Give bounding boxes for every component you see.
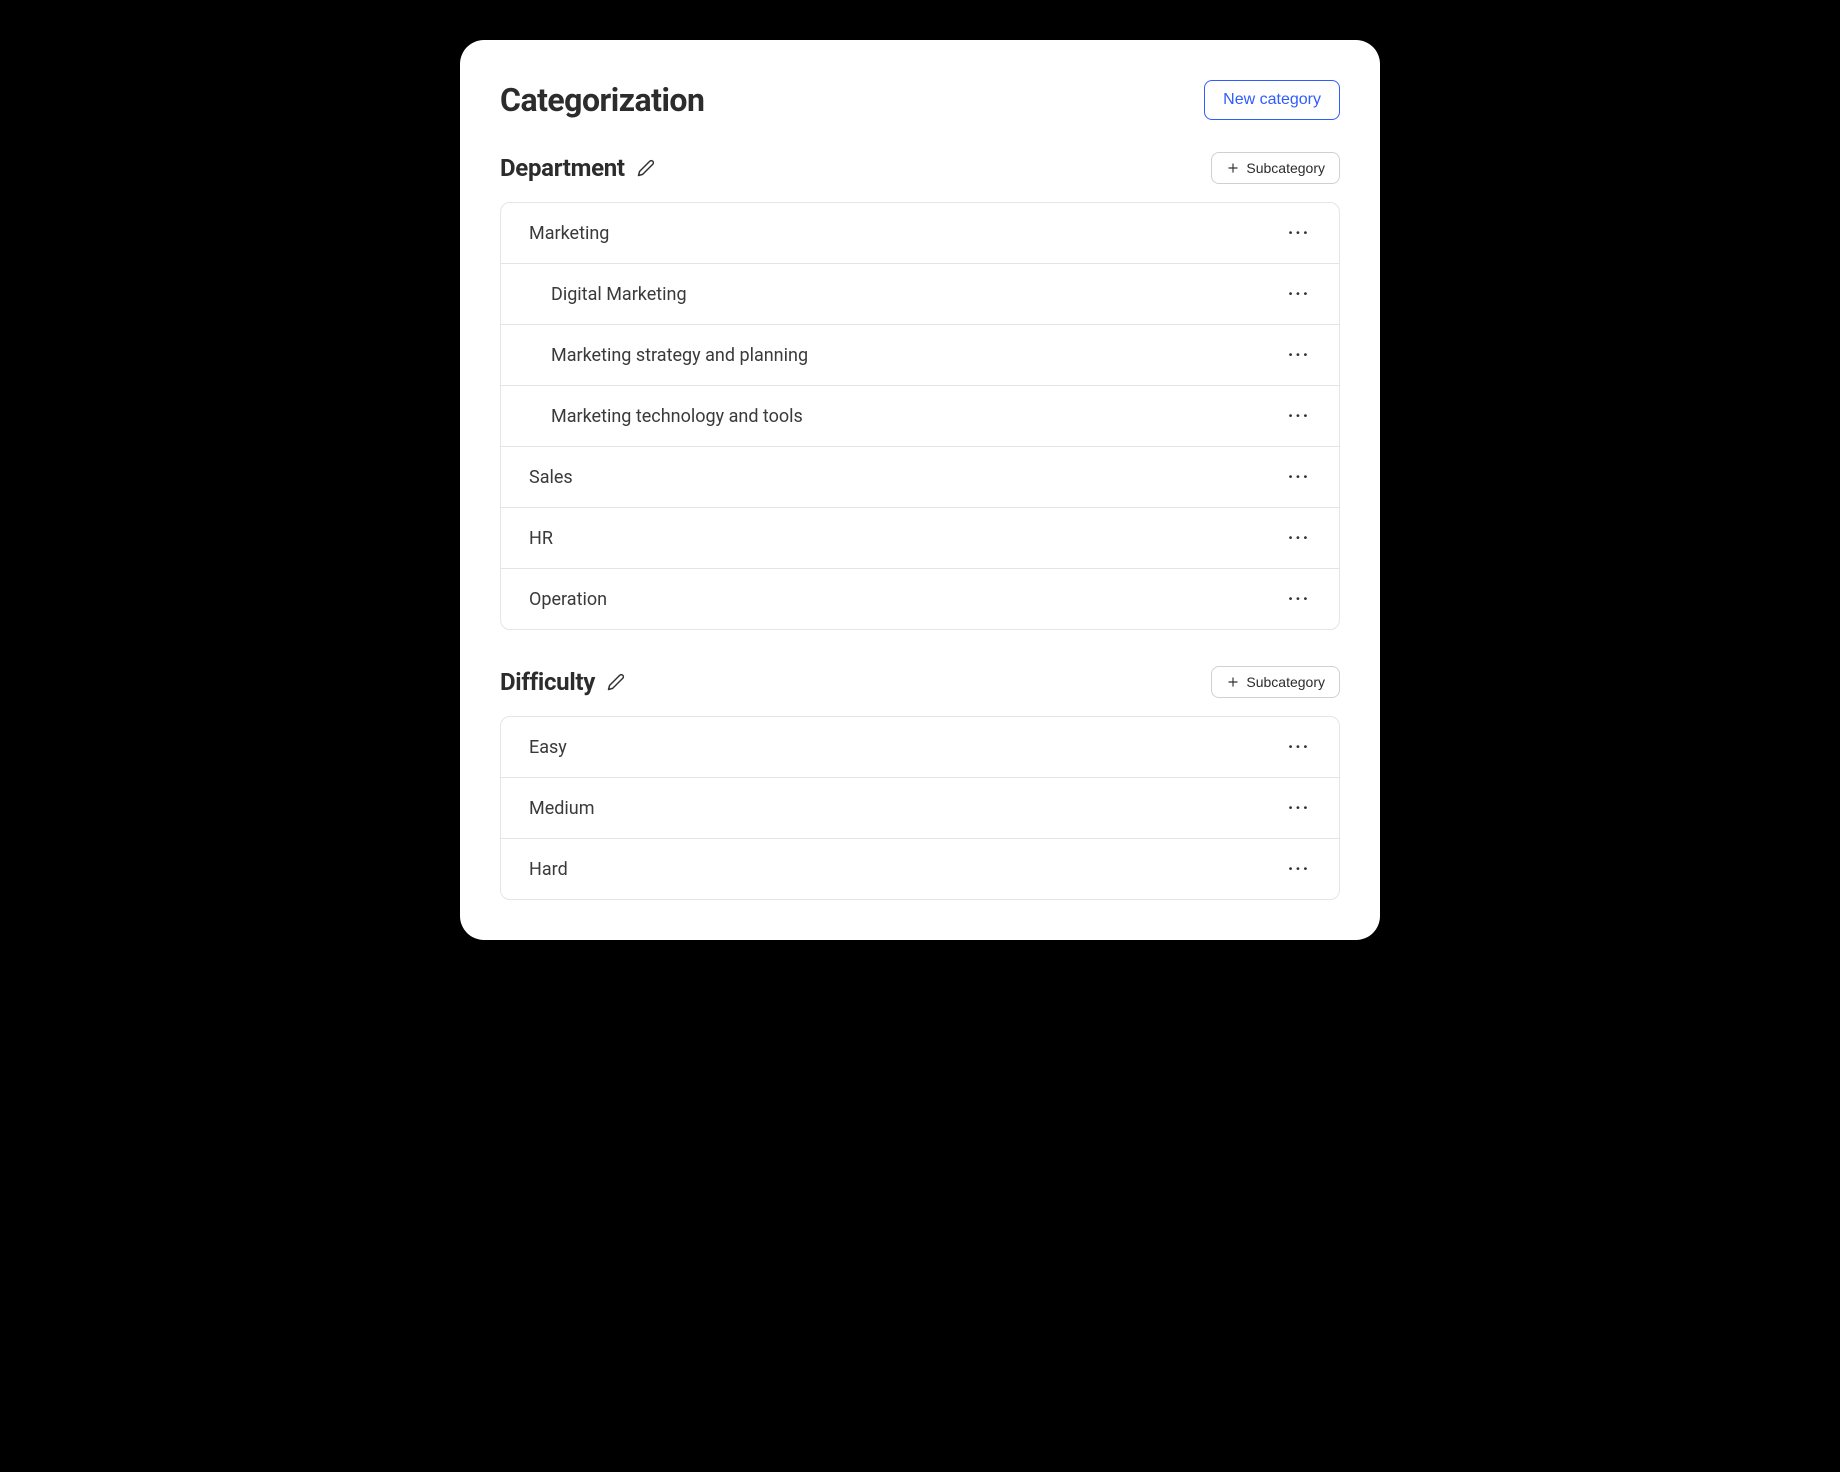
section-header-department: Department Subcategory <box>500 152 1340 184</box>
more-icon[interactable]: ··· <box>1287 404 1311 428</box>
difficulty-list: Easy ··· Medium ··· Hard ··· <box>500 716 1340 900</box>
list-item[interactable]: Medium ··· <box>501 778 1339 839</box>
new-category-label: New category <box>1223 91 1321 108</box>
list-item[interactable]: HR ··· <box>501 508 1339 569</box>
list-item-label: Sales <box>529 467 573 488</box>
list-item-label: Digital Marketing <box>551 284 687 305</box>
list-item-label: Marketing technology and tools <box>551 406 803 427</box>
section-title-wrap: Difficulty <box>500 668 625 696</box>
more-icon[interactable]: ··· <box>1287 735 1311 759</box>
list-item[interactable]: Marketing strategy and planning ··· <box>501 325 1339 386</box>
department-list: Marketing ··· Digital Marketing ··· Mark… <box>500 202 1340 630</box>
add-subcategory-button[interactable]: Subcategory <box>1211 666 1340 698</box>
pencil-icon[interactable] <box>607 673 625 691</box>
list-item-label: Medium <box>529 798 595 819</box>
page-title: Categorization <box>500 81 704 119</box>
section-title-wrap: Department <box>500 154 655 182</box>
more-icon[interactable]: ··· <box>1287 343 1311 367</box>
add-subcategory-button[interactable]: Subcategory <box>1211 152 1340 184</box>
list-item-label: Easy <box>529 737 567 758</box>
subcategory-button-label: Subcategory <box>1246 674 1325 690</box>
pencil-icon[interactable] <box>637 159 655 177</box>
more-icon[interactable]: ··· <box>1287 796 1311 820</box>
categorization-card: Categorization New category Department S… <box>460 40 1380 940</box>
list-item-label: Marketing <box>529 223 609 244</box>
page-header: Categorization New category <box>500 80 1340 120</box>
more-icon[interactable]: ··· <box>1287 282 1311 306</box>
subcategory-button-label: Subcategory <box>1246 160 1325 176</box>
list-item[interactable]: Digital Marketing ··· <box>501 264 1339 325</box>
plus-icon <box>1226 675 1240 689</box>
list-item-label: HR <box>529 528 553 549</box>
more-icon[interactable]: ··· <box>1287 221 1311 245</box>
list-item[interactable]: Marketing ··· <box>501 203 1339 264</box>
more-icon[interactable]: ··· <box>1287 465 1311 489</box>
more-icon[interactable]: ··· <box>1287 857 1311 881</box>
new-category-button[interactable]: New category <box>1204 80 1340 120</box>
section-title-department: Department <box>500 154 625 182</box>
list-item[interactable]: Sales ··· <box>501 447 1339 508</box>
list-item-label: Operation <box>529 589 607 610</box>
list-item[interactable]: Marketing technology and tools ··· <box>501 386 1339 447</box>
plus-icon <box>1226 161 1240 175</box>
list-item[interactable]: Operation ··· <box>501 569 1339 629</box>
section-title-difficulty: Difficulty <box>500 668 595 696</box>
more-icon[interactable]: ··· <box>1287 526 1311 550</box>
more-icon[interactable]: ··· <box>1287 587 1311 611</box>
list-item[interactable]: Hard ··· <box>501 839 1339 899</box>
list-item[interactable]: Easy ··· <box>501 717 1339 778</box>
section-header-difficulty: Difficulty Subcategory <box>500 666 1340 698</box>
list-item-label: Marketing strategy and planning <box>551 345 808 366</box>
list-item-label: Hard <box>529 859 568 880</box>
